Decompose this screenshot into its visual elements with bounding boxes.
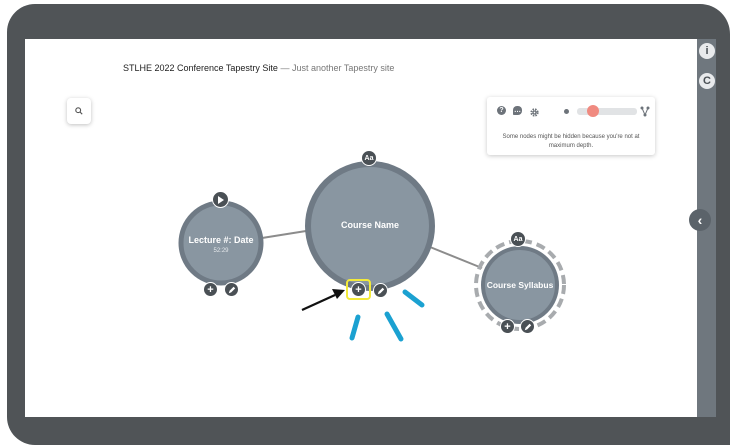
add-child-button[interactable]: + <box>203 282 218 297</box>
pencil-icon <box>377 287 384 294</box>
pencil-icon <box>228 286 235 293</box>
edge-course-syllabus <box>429 246 483 269</box>
annotation-mark-middle <box>384 311 404 342</box>
arrow-head <box>332 289 345 299</box>
course-node-title: Course Name <box>340 220 400 230</box>
arrow-annotation <box>301 289 345 312</box>
arrow-line <box>301 293 336 312</box>
text-node-badge: Aa <box>361 150 377 166</box>
add-child-button[interactable]: + <box>500 319 515 334</box>
text-node-badge: Aa <box>510 231 526 247</box>
annotation-mark-left <box>349 314 361 341</box>
play-icon <box>218 195 224 204</box>
lecture-node-title: Lecture #: Date <box>188 235 254 245</box>
pencil-icon <box>524 323 531 330</box>
annotation-mark-right <box>402 289 425 308</box>
syllabus-node-title: Course Syllabus <box>486 280 554 290</box>
play-button[interactable] <box>212 191 229 208</box>
add-child-button[interactable]: + <box>351 282 366 297</box>
edge-lecture-course <box>261 230 307 239</box>
app-frame: i C ‹ STLHE 2022 Conference Tapestry Sit… <box>0 0 730 445</box>
edit-button[interactable] <box>224 282 239 297</box>
lecture-node-duration: 52:29 <box>213 248 229 254</box>
edit-button[interactable] <box>520 319 535 334</box>
edit-button[interactable] <box>373 283 388 298</box>
